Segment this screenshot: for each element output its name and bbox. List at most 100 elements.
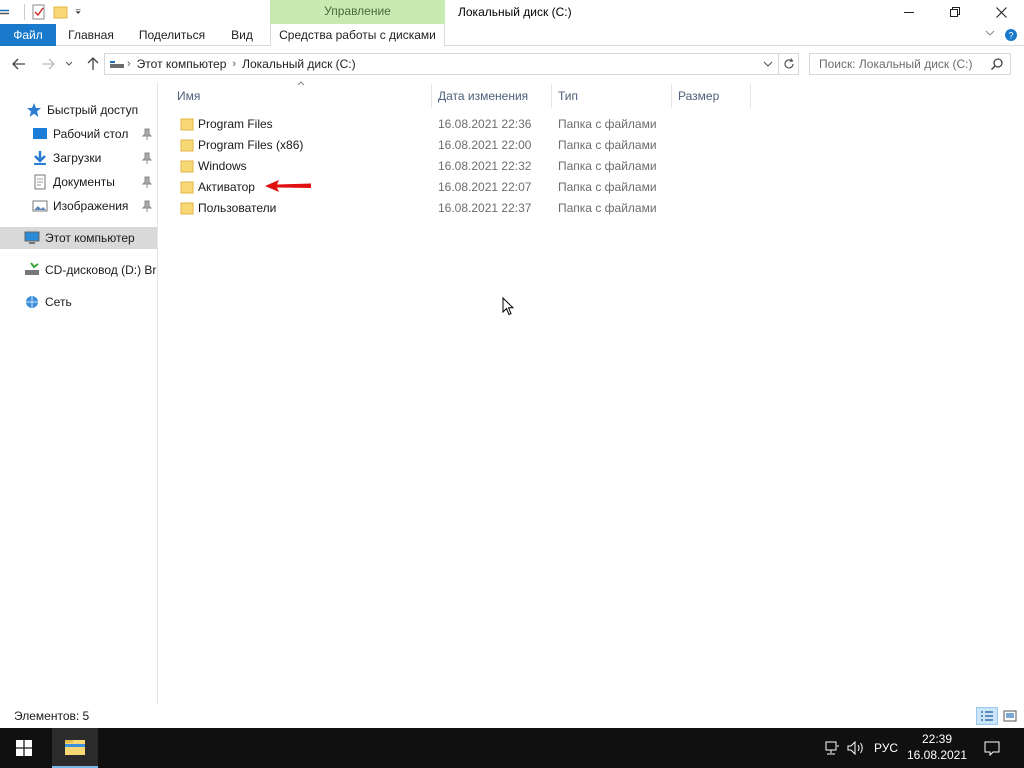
- table-row[interactable]: Пользователи 16.08.2021 22:37 Папка с фа…: [175, 197, 755, 218]
- column-header-type[interactable]: Тип: [552, 84, 672, 108]
- tab-file[interactable]: Файл: [0, 24, 56, 46]
- file-name: Активатор: [198, 179, 255, 194]
- column-header-date[interactable]: Дата изменения: [432, 84, 552, 108]
- taskbar: РУС 22:39 16.08.2021: [0, 728, 1024, 768]
- column-header-name[interactable]: Имя: [171, 84, 432, 108]
- tray-network[interactable]: [822, 728, 842, 768]
- tab-view[interactable]: Вид: [222, 24, 262, 46]
- customize-qat-icon[interactable]: [75, 4, 85, 20]
- nav-label: Этот компьютер: [45, 231, 135, 245]
- mouse-cursor-icon: [502, 297, 514, 316]
- file-type: Папка с файлами: [558, 137, 657, 152]
- item-count: Элементов: 5: [14, 709, 90, 723]
- tab-share[interactable]: Поделиться: [130, 24, 214, 46]
- nav-label: Быстрый доступ: [47, 103, 139, 117]
- table-row[interactable]: Windows 16.08.2021 22:32 Папка с файлами: [175, 155, 755, 176]
- nav-item-documents[interactable]: Документы: [0, 171, 157, 193]
- restore-button[interactable]: [932, 0, 978, 24]
- search-icon[interactable]: [990, 57, 1004, 71]
- details-view-button[interactable]: [976, 707, 998, 725]
- refresh-button[interactable]: [778, 54, 798, 74]
- nav-item-cd-drive[interactable]: CD-дисковод (D:) Bru: [0, 259, 157, 281]
- chevron-down-icon: [763, 61, 773, 67]
- network-icon: [26, 296, 38, 308]
- clock-date: 16.08.2021: [906, 748, 968, 762]
- nav-item-downloads[interactable]: Загрузки: [0, 147, 157, 169]
- forward-button[interactable]: [38, 54, 58, 74]
- explorer-app-icon[interactable]: [0, 4, 12, 20]
- window-title: Локальный диск (C:): [458, 5, 572, 19]
- nav-item-pictures[interactable]: Изображения: [0, 195, 157, 217]
- breadcrumb-local-disk[interactable]: Локальный диск (C:): [238, 57, 360, 71]
- arrow-left-icon: [12, 58, 25, 70]
- chevron-down-icon: [65, 61, 73, 66]
- manage-contextual-tab[interactable]: Управление: [270, 0, 445, 24]
- quick-access-toolbar: [0, 3, 91, 21]
- folder-icon: [180, 139, 194, 151]
- notifications-icon: [984, 741, 1000, 756]
- documents-icon: [34, 174, 46, 190]
- breadcrumb-this-pc[interactable]: Этот компьютер: [133, 57, 231, 71]
- pin-icon[interactable]: [142, 152, 152, 164]
- new-folder-icon[interactable]: [53, 4, 69, 20]
- file-date: 16.08.2021 22:36: [438, 116, 532, 131]
- nav-item-desktop[interactable]: Рабочий стол: [0, 123, 157, 145]
- computer-icon: [24, 231, 40, 244]
- network-icon: [825, 741, 839, 755]
- help-icon[interactable]: ?: [1004, 24, 1018, 46]
- details-view-icon: [981, 711, 993, 721]
- table-row[interactable]: Активатор 16.08.2021 22:07 Папка с файла…: [175, 176, 755, 197]
- nav-label: CD-дисковод (D:) Bru: [45, 263, 158, 277]
- file-name: Пользователи: [198, 200, 277, 215]
- tray-notifications[interactable]: [980, 728, 1004, 768]
- tray-clock[interactable]: 22:39 16.08.2021: [896, 731, 978, 763]
- navigation-pane[interactable]: Быстрый доступ Рабочий стол Загрузки Док…: [0, 82, 158, 704]
- close-icon: [995, 6, 1007, 18]
- taskbar-file-explorer[interactable]: [52, 728, 98, 768]
- close-button[interactable]: [978, 0, 1024, 24]
- file-list[interactable]: Имя Дата изменения Тип Размер Program Fi…: [159, 81, 1024, 704]
- table-row[interactable]: Program Files 16.08.2021 22:36 Папка с ф…: [175, 113, 755, 134]
- minimize-button[interactable]: [886, 0, 932, 24]
- pictures-icon: [32, 200, 48, 212]
- file-type: Папка с файлами: [558, 158, 657, 173]
- file-type: Папка с файлами: [558, 116, 657, 131]
- large-icons-view-button[interactable]: [999, 707, 1021, 725]
- pin-icon[interactable]: [142, 200, 152, 212]
- annotation-arrow-icon: [265, 180, 311, 192]
- pin-icon[interactable]: [142, 176, 152, 188]
- pin-icon[interactable]: [142, 128, 152, 140]
- nav-item-this-pc[interactable]: Этот компьютер: [0, 227, 157, 249]
- start-button[interactable]: [0, 728, 48, 768]
- file-date: 16.08.2021 22:37: [438, 200, 532, 215]
- search-input[interactable]: [810, 54, 980, 74]
- windows-logo-icon: [16, 740, 32, 756]
- file-explorer-icon: [65, 740, 85, 755]
- nav-item-network[interactable]: Сеть: [0, 291, 157, 313]
- restore-icon: [950, 7, 960, 17]
- column-header-size[interactable]: Размер: [672, 84, 751, 108]
- nav-item-quick-access[interactable]: Быстрый доступ: [0, 99, 157, 121]
- back-button[interactable]: [9, 54, 29, 74]
- status-bar: Элементов: 5: [0, 704, 1024, 728]
- tab-home[interactable]: Главная: [60, 24, 122, 46]
- tab-disk-tools[interactable]: Средства работы с дисками: [270, 24, 445, 46]
- star-icon: [27, 103, 41, 117]
- desktop-icon: [33, 128, 47, 139]
- folder-icon: [180, 160, 194, 172]
- address-row: › Этот компьютер › Локальный диск (C:): [0, 46, 1024, 82]
- tray-volume[interactable]: [846, 728, 866, 768]
- arrow-right-icon: [42, 58, 55, 70]
- recent-locations-button[interactable]: [62, 54, 76, 74]
- address-dropdown-button[interactable]: [760, 54, 776, 74]
- download-icon: [34, 151, 46, 165]
- properties-icon[interactable]: [31, 4, 47, 20]
- large-icons-view-icon: [1003, 710, 1017, 722]
- file-date: 16.08.2021 22:07: [438, 179, 532, 194]
- search-box[interactable]: [809, 53, 1011, 75]
- up-button[interactable]: [83, 54, 103, 74]
- table-row[interactable]: Program Files (x86) 16.08.2021 22:00 Пап…: [175, 134, 755, 155]
- address-bar[interactable]: › Этот компьютер › Локальный диск (C:): [104, 53, 799, 75]
- volume-icon: [847, 741, 863, 755]
- expand-ribbon-icon[interactable]: [985, 24, 995, 46]
